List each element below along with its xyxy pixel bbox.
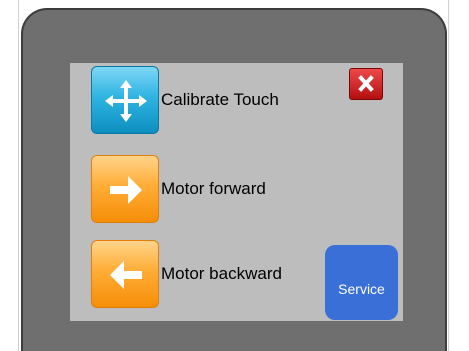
move-arrows-icon	[105, 80, 147, 122]
calibrate-touch-row[interactable]: Calibrate Touch	[91, 66, 279, 134]
arrow-left-icon	[110, 261, 142, 289]
arrow-right-icon	[110, 176, 142, 204]
motor-forward-row[interactable]: Motor forward	[91, 155, 266, 223]
motor-backward-row[interactable]: Motor backward	[91, 240, 282, 308]
close-button[interactable]	[349, 68, 383, 100]
calibrate-touch-label: Calibrate Touch	[161, 90, 279, 109]
motor-forward-label: Motor forward	[161, 179, 266, 198]
service-button[interactable]: Service	[325, 245, 398, 320]
motor-backward-button[interactable]	[91, 240, 159, 308]
close-icon	[358, 75, 374, 92]
calibrate-touch-button[interactable]	[91, 66, 159, 134]
motor-backward-label: Motor backward	[161, 264, 282, 283]
motor-forward-button[interactable]	[91, 155, 159, 223]
